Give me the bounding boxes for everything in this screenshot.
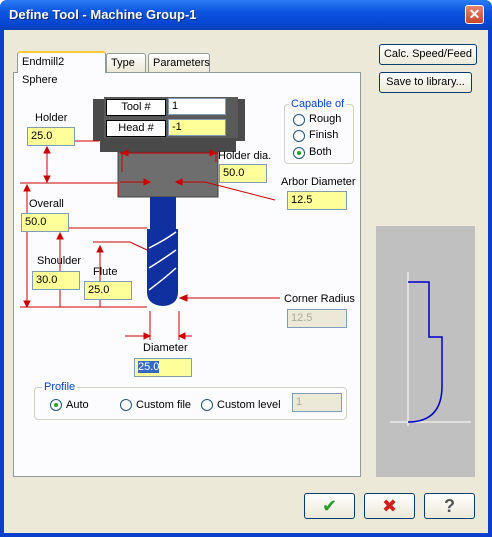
both-radio[interactable] <box>293 147 305 159</box>
overall-label: Overall <box>29 198 64 210</box>
corner-radius-label: Corner Radius <box>284 293 355 305</box>
arbor-diameter-field[interactable]: 12.5 <box>287 191 347 210</box>
rough-label[interactable]: Rough <box>309 113 341 125</box>
profile-custom-level-radio[interactable] <box>201 399 213 411</box>
custom-level-field[interactable]: 1 <box>292 393 342 412</box>
both-label[interactable]: Both <box>309 146 332 158</box>
profile-auto-radio[interactable] <box>50 399 62 411</box>
holder-dia-field[interactable]: 50.0 <box>219 164 267 183</box>
x-icon: ✖ <box>381 496 398 516</box>
diameter-label: Diameter <box>143 342 188 354</box>
rough-radio[interactable] <box>293 114 305 126</box>
head-number-field[interactable]: -1 <box>168 119 226 136</box>
tool-shank <box>150 197 176 229</box>
flute-field[interactable]: 25.0 <box>84 281 132 300</box>
cancel-button[interactable]: ✖ <box>364 493 415 519</box>
holder-dia-label: Holder dia. <box>218 150 272 162</box>
tab-endmill2-sphere[interactable]: Endmill2 Sphere <box>17 51 106 86</box>
arbor-diameter-label: Arbor Diameter <box>281 176 356 188</box>
tool-number-label: Tool # <box>106 99 166 116</box>
profile-title: Profile <box>42 381 78 393</box>
calc-speed-feed-button[interactable]: Calc. Speed/Feed <box>379 44 477 65</box>
holder-field[interactable]: 25.0 <box>27 127 75 146</box>
finish-radio[interactable] <box>293 130 305 142</box>
diameter-field[interactable]: 25.0 <box>134 358 192 377</box>
capable-of-title: Capable of <box>289 98 347 110</box>
checkmark-icon: ✔ <box>321 496 338 516</box>
help-icon: ? <box>444 496 455 516</box>
head-number-label: Head # <box>106 120 166 137</box>
overall-field[interactable]: 50.0 <box>21 213 69 232</box>
tool-holder-base <box>117 151 219 198</box>
profile-custom-level-label[interactable]: Custom level <box>217 399 281 411</box>
help-button[interactable]: ? <box>424 493 475 519</box>
profile-auto-label[interactable]: Auto <box>66 399 89 411</box>
profile-preview <box>376 226 475 477</box>
flute-label: Flute <box>93 266 118 278</box>
diameter-value-selected: 25.0 <box>138 361 160 373</box>
shoulder-field[interactable]: 30.0 <box>32 271 80 290</box>
profile-custom-file-label[interactable]: Custom file <box>136 399 191 411</box>
finish-label[interactable]: Finish <box>309 129 338 141</box>
shoulder-label: Shoulder <box>37 255 82 267</box>
save-to-library-button[interactable]: Save to library... <box>379 72 472 93</box>
profile-preview-drawing <box>390 272 471 426</box>
holder-label: Holder <box>35 112 68 124</box>
ok-button[interactable]: ✔ <box>304 493 355 519</box>
profile-custom-file-radio[interactable] <box>120 399 132 411</box>
corner-radius-field[interactable]: 12.5 <box>287 309 347 328</box>
tool-number-field[interactable]: 1 <box>168 98 226 115</box>
